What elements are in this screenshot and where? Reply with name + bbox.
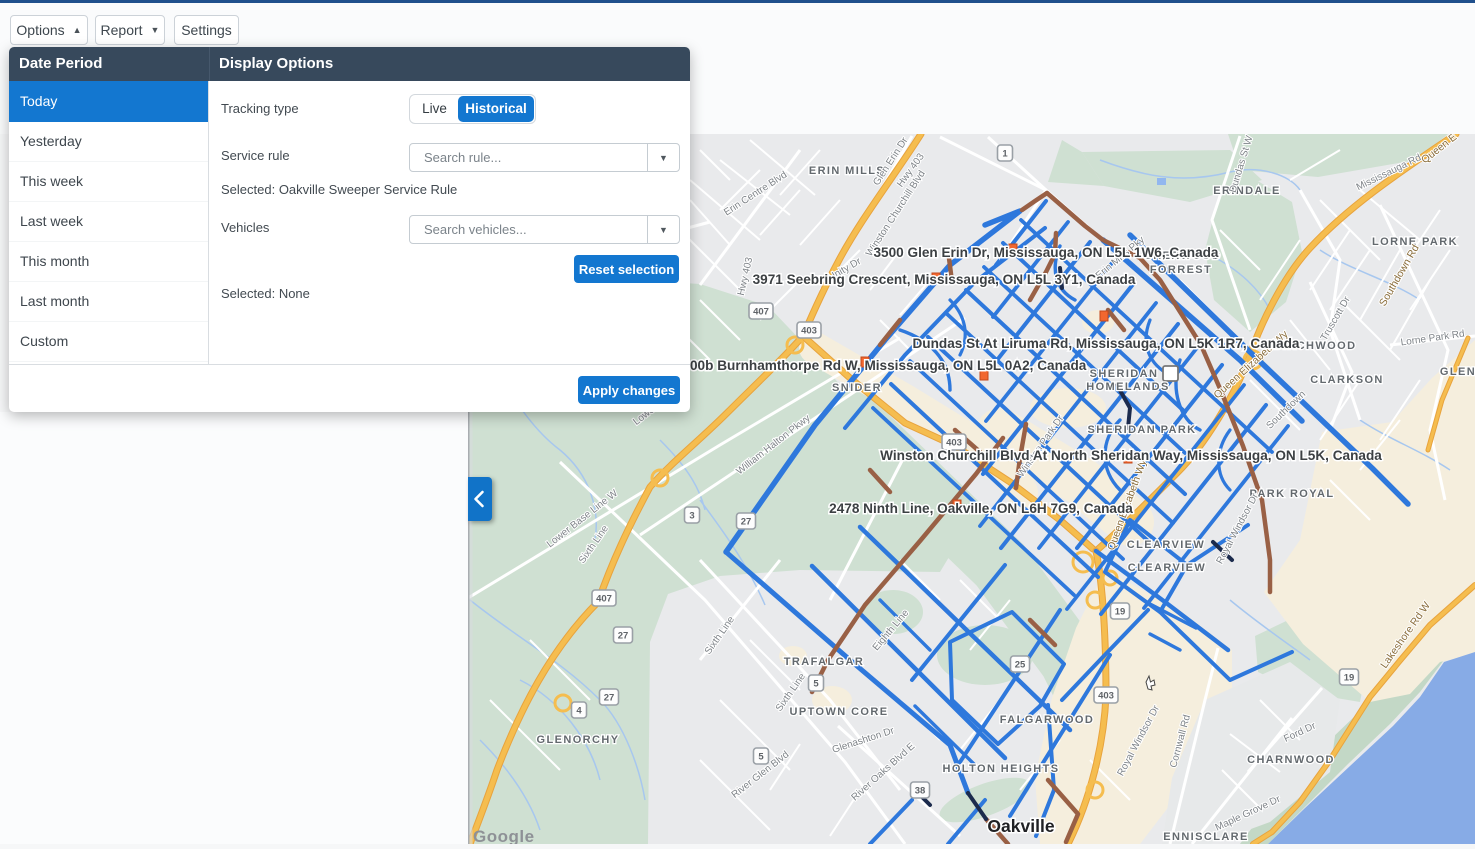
svg-text:5: 5	[758, 752, 764, 763]
svg-text:TRAFALGAR: TRAFALGAR	[784, 656, 864, 668]
svg-text:GLENORCHY: GLENORCHY	[537, 734, 620, 746]
svg-text:19: 19	[1115, 607, 1126, 618]
svg-text:FALGARWOOD: FALGARWOOD	[1000, 714, 1094, 726]
svg-text:GLEN: GLEN	[1440, 366, 1475, 378]
svg-text:4: 4	[576, 706, 582, 717]
svg-text:407: 407	[753, 307, 769, 318]
svg-text:CLEARVIEW: CLEARVIEW	[1128, 562, 1206, 574]
svg-text:27: 27	[741, 517, 752, 528]
svg-text:3500 Glen Erin Dr, Mississauga: 3500 Glen Erin Dr, Mississauga, ON L5L 1…	[873, 245, 1218, 260]
svg-text:CLEARVIEW: CLEARVIEW	[1127, 539, 1205, 551]
svg-text:Oakville: Oakville	[987, 816, 1054, 836]
svg-text:Winston Churchill Blvd At Nort: Winston Churchill Blvd At North Sheridan…	[880, 448, 1382, 463]
svg-text:403: 403	[1098, 691, 1114, 702]
svg-text:HOMELANDS: HOMELANDS	[1086, 381, 1170, 393]
svg-text:5: 5	[813, 679, 819, 690]
svg-text:ERIN MILLS: ERIN MILLS	[809, 165, 885, 177]
svg-text:CHARNWOOD: CHARNWOOD	[1247, 754, 1335, 766]
svg-text:Dundas St At Liruma Rd, Missis: Dundas St At Liruma Rd, Mississauga, ON …	[912, 336, 1299, 351]
svg-text:HOLTON HEIGHTS: HOLTON HEIGHTS	[943, 763, 1060, 775]
svg-text:CLARKSON: CLARKSON	[1310, 374, 1384, 386]
svg-text:FORREST: FORREST	[1150, 264, 1212, 276]
svg-text:SNIDER: SNIDER	[832, 382, 882, 394]
svg-text:ENNISCLARE: ENNISCLARE	[1163, 831, 1249, 843]
svg-text:SHERIDAN: SHERIDAN	[1090, 368, 1159, 380]
svg-text:00b Burnhamthorpe Rd W, Missis: 00b Burnhamthorpe Rd W, Mississauga, ON …	[690, 358, 1087, 373]
svg-text:25: 25	[1015, 660, 1026, 671]
svg-text:1: 1	[1002, 149, 1008, 160]
svg-text:403: 403	[801, 326, 817, 337]
svg-text:3: 3	[689, 511, 694, 522]
svg-text:403: 403	[946, 438, 962, 449]
svg-text:PARK ROYAL: PARK ROYAL	[1250, 488, 1335, 500]
svg-text:27: 27	[604, 693, 615, 704]
svg-text:407: 407	[596, 594, 612, 605]
svg-text:2478 Ninth Line, Oakville, ON: 2478 Ninth Line, Oakville, ON L6H 7G9, C…	[829, 501, 1133, 516]
svg-text:38: 38	[915, 786, 926, 797]
svg-text:19: 19	[1344, 673, 1355, 684]
svg-text:UPTOWN CORE: UPTOWN CORE	[790, 706, 889, 718]
svg-text:27: 27	[618, 631, 629, 642]
svg-text:3971 Seebring Crescent, Missis: 3971 Seebring Crescent, Mississauga, ON …	[753, 272, 1136, 287]
svg-text:SHERIDAN PARK: SHERIDAN PARK	[1087, 424, 1196, 436]
svg-text:ERINDALE: ERINDALE	[1213, 185, 1280, 197]
svg-text:Google: Google	[473, 827, 535, 844]
